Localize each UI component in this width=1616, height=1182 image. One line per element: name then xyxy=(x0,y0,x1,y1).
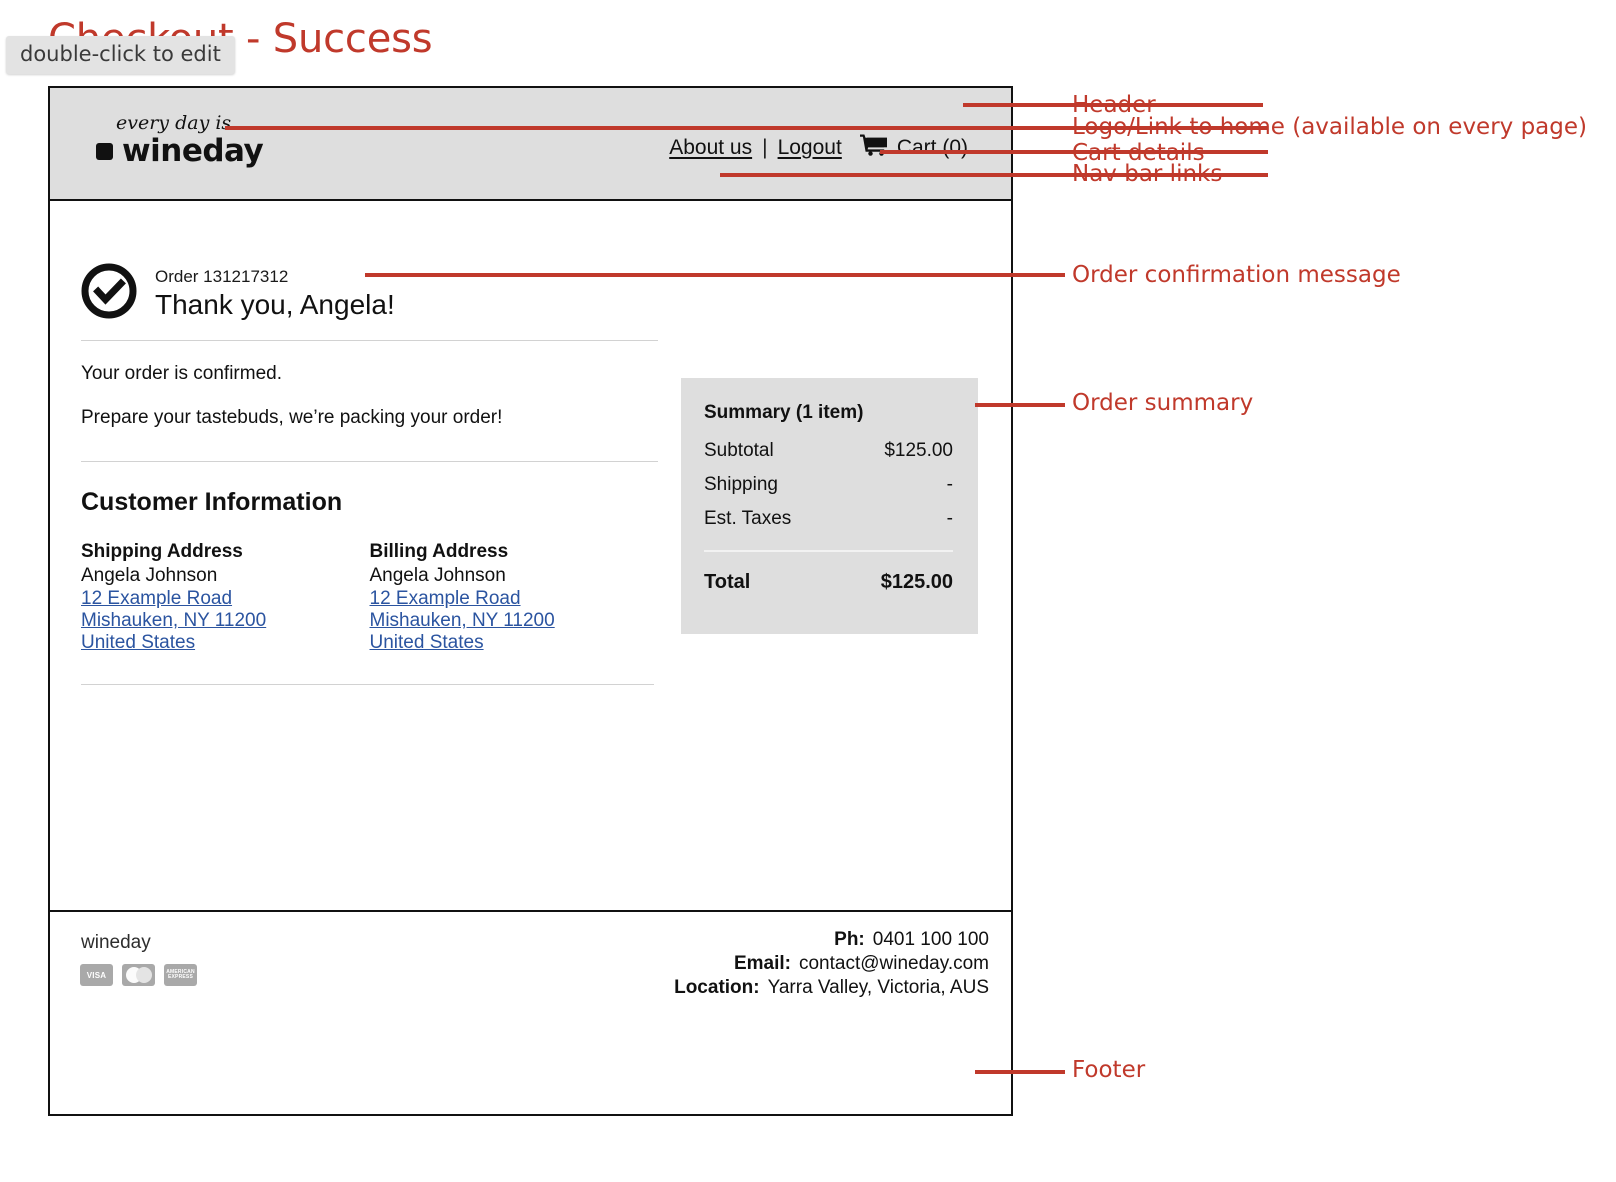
logo-tagline: every day is xyxy=(116,112,232,134)
divider xyxy=(81,684,654,686)
billing-address-name: Angela Johnson xyxy=(369,565,506,587)
double-click-to-edit-tooltip: double-click to edit xyxy=(6,36,235,74)
summary-label: Est. Taxes xyxy=(704,508,792,529)
footer-contact-label: Ph: xyxy=(834,929,865,950)
mockup-page-frame: every day is wineday About us | Logout C… xyxy=(48,86,1013,1116)
logo-link-to-home[interactable]: every day is wineday xyxy=(96,112,264,169)
confirmation-line-1: Your order is confirmed. xyxy=(81,363,283,384)
billing-address-line1[interactable]: 12 Example Road xyxy=(370,588,659,610)
shipping-address-line3[interactable]: United States xyxy=(81,632,370,654)
footer-contact-label: Location: xyxy=(674,976,760,998)
nav-link-about-us[interactable]: About us xyxy=(669,136,752,160)
shipping-address-line2[interactable]: Mishauken, NY 11200 xyxy=(81,610,370,632)
visa-card-icon: VISA xyxy=(80,964,113,986)
shopping-cart-icon xyxy=(859,133,888,162)
nav-separator: | xyxy=(762,135,768,159)
logo-square-icon xyxy=(96,143,113,160)
summary-value: - xyxy=(946,508,953,529)
shipping-address-name: Angela Johnson xyxy=(81,565,218,587)
nav-link-logout[interactable]: Logout xyxy=(778,136,842,160)
annotation-footer: Footer xyxy=(1072,1057,1146,1083)
footer-contact-value: Yarra Valley, Victoria, AUS xyxy=(767,976,989,998)
shipping-address-block: Shipping Address Angela Johnson 12 Examp… xyxy=(81,541,370,654)
divider xyxy=(81,340,658,341)
order-confirmation-block: Order 131217312 Thank you, Angela! Your … xyxy=(81,263,658,686)
confirmation-line-2: Prepare your tastebuds, we’re packing yo… xyxy=(81,407,503,428)
billing-address-line2[interactable]: Mishauken, NY 11200 xyxy=(370,610,659,632)
footer-contact-value: contact@wineday.com xyxy=(798,952,989,974)
annotation-logo: Logo/Link to home (available on every pa… xyxy=(1072,114,1587,140)
summary-total-label: Total xyxy=(704,571,751,593)
site-header: every day is wineday About us | Logout C… xyxy=(50,88,1011,201)
cart-details[interactable]: Cart (0) xyxy=(859,133,968,162)
order-summary-panel: Summary (1 item) Subtotal $125.00 Shippi… xyxy=(681,378,978,634)
footer-contact-location: Location: Yarra Valley, Victoria, AUS xyxy=(674,976,989,1000)
site-footer: wineday VISA AMERICAN EXPRESS Ph: 0401 1… xyxy=(50,910,1011,1011)
summary-row-total: Total $125.00 xyxy=(704,571,953,594)
billing-address-block: Billing Address Angela Johnson 12 Exampl… xyxy=(370,541,659,654)
logo-wordmark: wineday xyxy=(122,133,264,169)
summary-label: Subtotal xyxy=(704,440,774,461)
billing-address-line3[interactable]: United States xyxy=(370,632,659,654)
nav-bar: About us | Logout Cart (0) xyxy=(669,133,968,162)
footer-contact-label: Email: xyxy=(733,952,791,974)
shipping-address-line1[interactable]: 12 Example Road xyxy=(81,588,370,610)
check-circle-icon xyxy=(81,263,137,324)
annotation-leader-order-confirmation xyxy=(365,273,1065,277)
summary-total-value: $125.00 xyxy=(880,571,953,593)
summary-value: - xyxy=(946,474,953,495)
shipping-address-title: Shipping Address xyxy=(81,541,243,562)
payment-card-icons: VISA AMERICAN EXPRESS xyxy=(80,964,197,986)
footer-contact-phone: Ph: 0401 100 100 xyxy=(674,928,989,952)
footer-contact-value: 0401 100 100 xyxy=(872,929,989,950)
mastercard-card-icon xyxy=(122,964,155,986)
billing-address-title: Billing Address xyxy=(369,541,509,562)
address-row: Shipping Address Angela Johnson 12 Examp… xyxy=(81,541,658,654)
divider xyxy=(704,550,953,552)
page-body: Order 131217312 Thank you, Angela! Your … xyxy=(50,201,1011,1011)
annotation-nav: Nav bar links xyxy=(1072,161,1223,187)
divider xyxy=(81,461,658,462)
annotation-leader-footer xyxy=(975,1070,1065,1074)
annotation-order-confirmation: Order confirmation message xyxy=(1072,262,1401,288)
summary-row-taxes: Est. Taxes - xyxy=(704,508,953,530)
summary-row-shipping: Shipping - xyxy=(704,474,953,496)
customer-information-heading: Customer Information xyxy=(81,488,343,516)
footer-contact-email: Email: contact@wineday.com xyxy=(674,952,989,976)
summary-row-subtotal: Subtotal $125.00 xyxy=(704,440,953,462)
cart-count-label: Cart (0) xyxy=(896,135,968,159)
thank-you-heading: Thank you, Angela! xyxy=(155,288,395,320)
footer-brand: wineday xyxy=(81,932,151,953)
annotation-order-summary: Order summary xyxy=(1072,390,1254,416)
summary-label: Shipping xyxy=(704,474,778,495)
summary-title: Summary (1 item) xyxy=(704,402,864,423)
annotation-leader-order-summary xyxy=(975,403,1065,407)
order-number: Order 131217312 xyxy=(155,266,289,286)
amex-card-icon: AMERICAN EXPRESS xyxy=(164,964,197,986)
summary-value: $125.00 xyxy=(884,440,953,461)
footer-contact: Ph: 0401 100 100 Email: contact@wineday.… xyxy=(674,928,989,999)
